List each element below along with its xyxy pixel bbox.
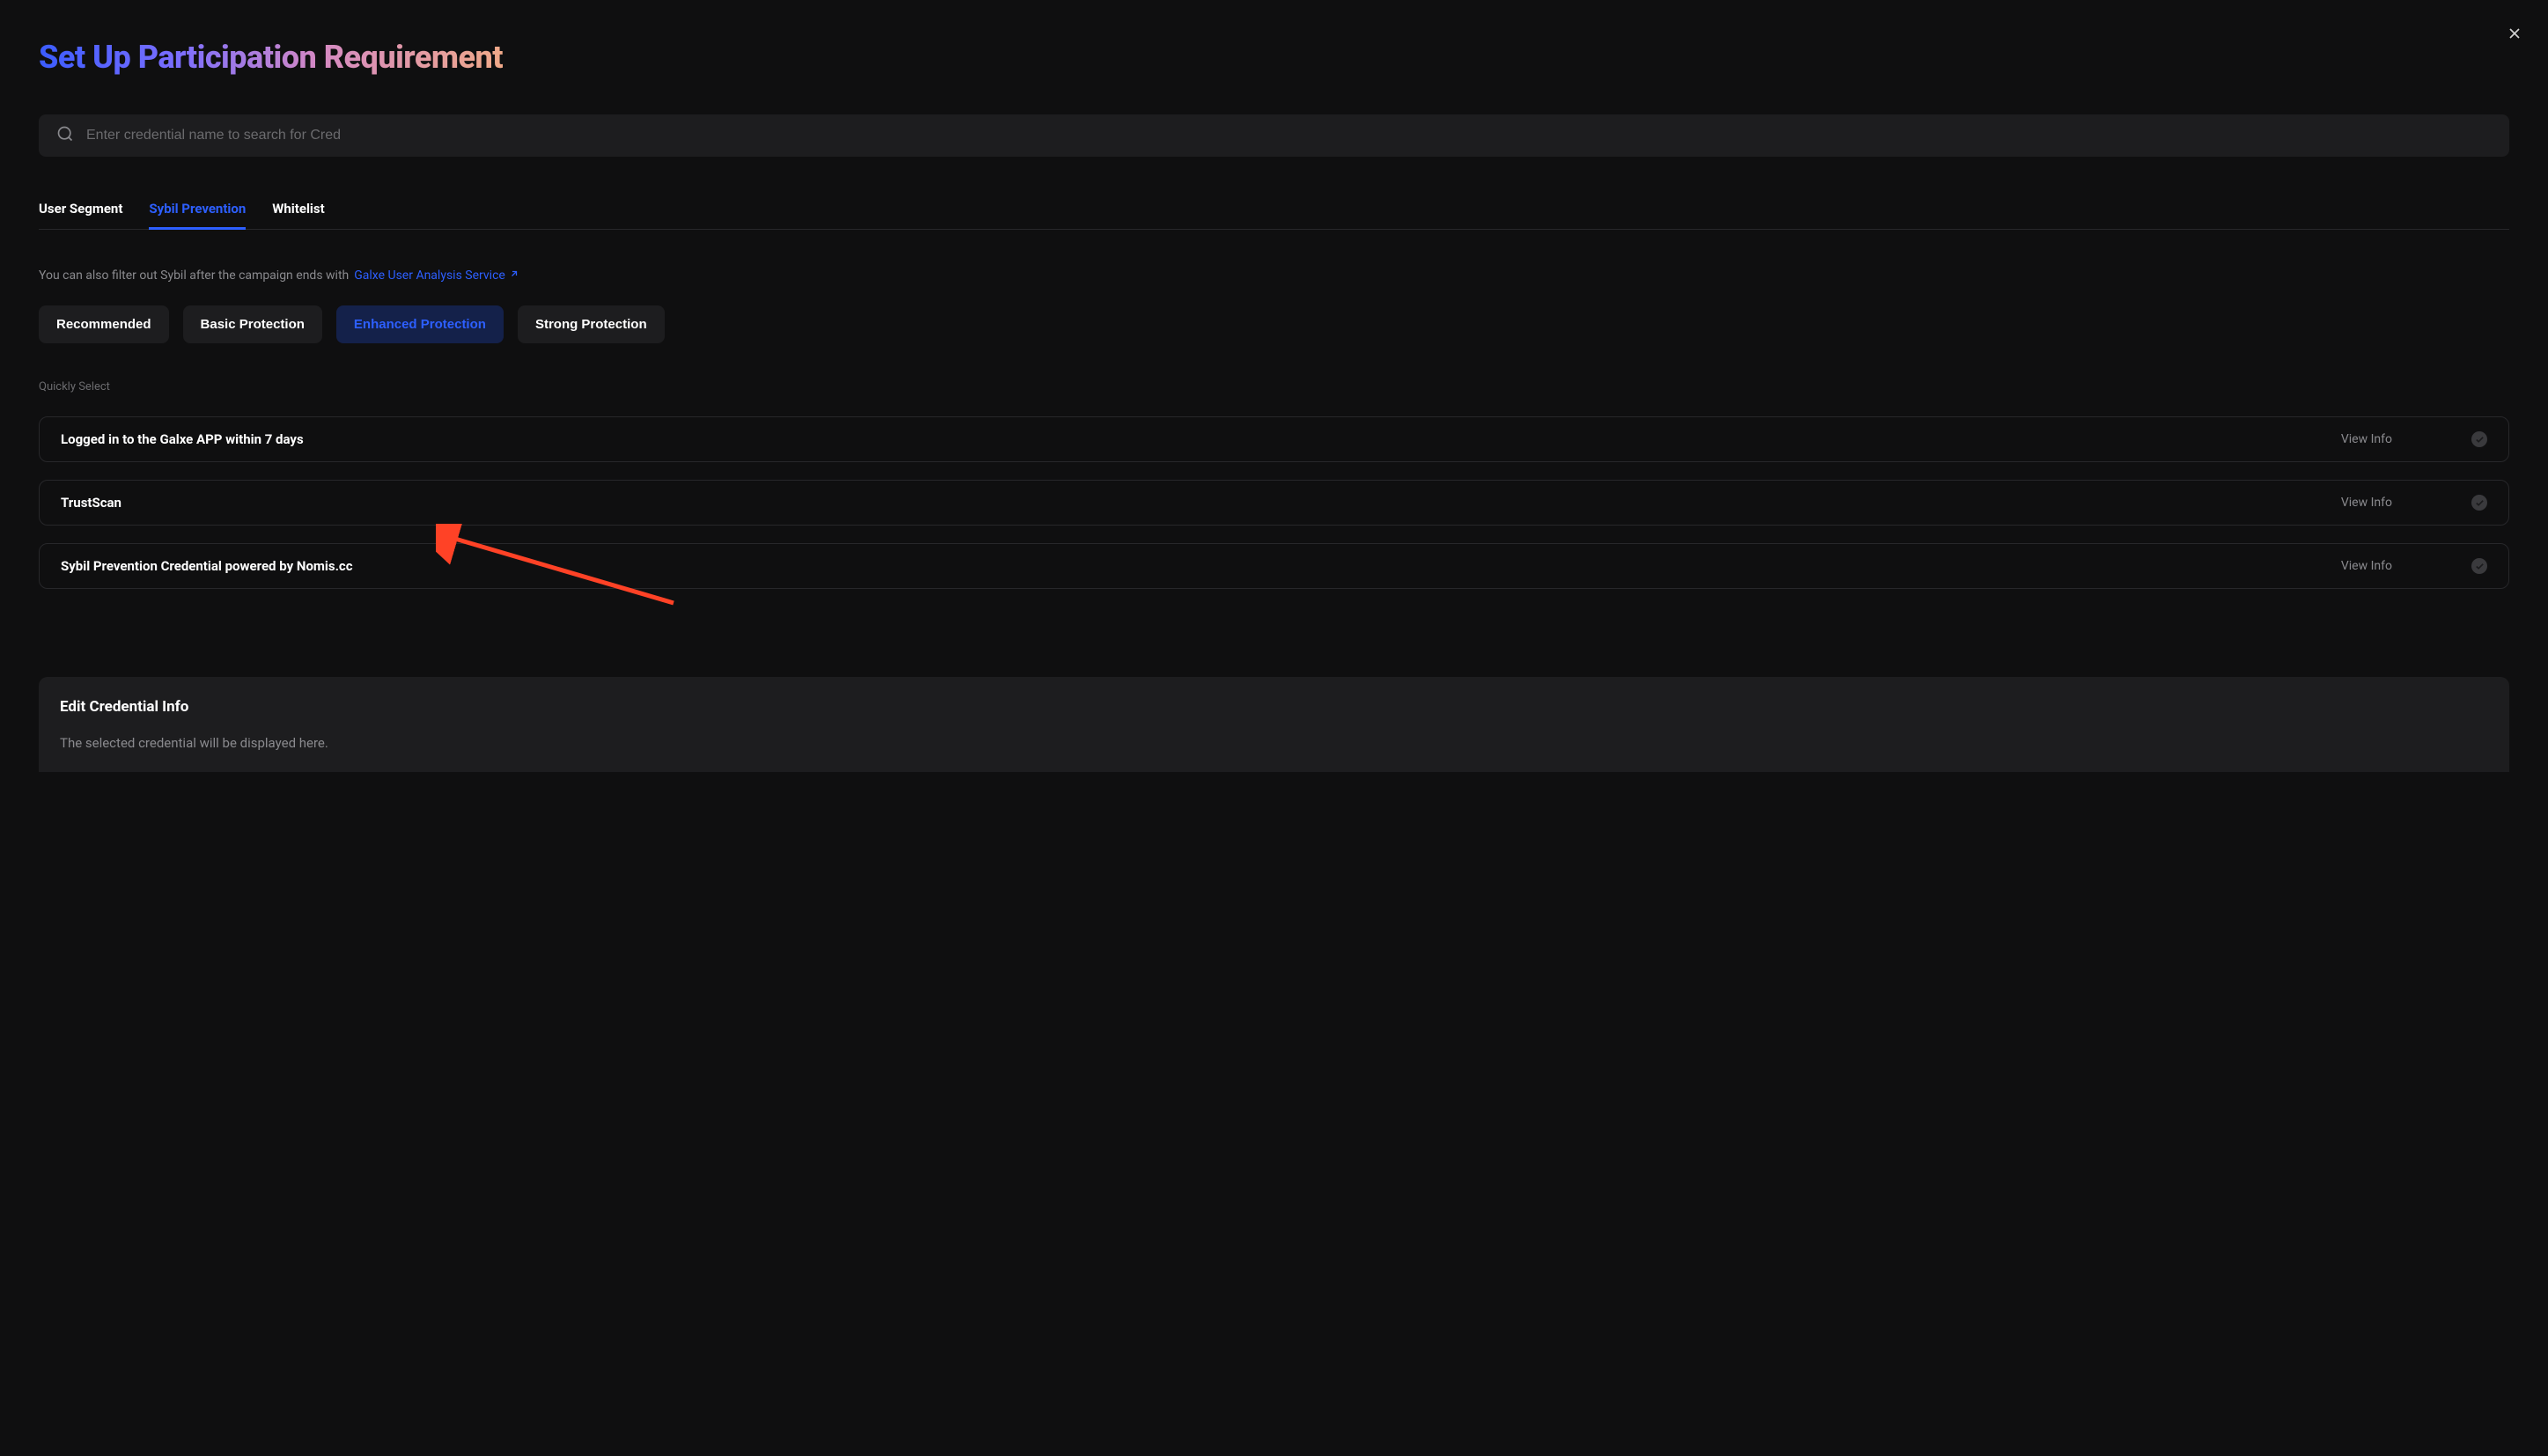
credential-name: Sybil Prevention Credential powered by N…	[61, 558, 353, 574]
edit-title: Edit Credential Info	[60, 698, 2488, 716]
page-title: Set Up Participation Requirement	[39, 39, 503, 76]
tab-whitelist[interactable]: Whitelist	[272, 201, 324, 229]
edit-description: The selected credential will be displaye…	[60, 735, 2488, 751]
credential-name: Logged in to the Galxe APP within 7 days	[61, 431, 304, 447]
credential-right: View Info	[2341, 431, 2487, 447]
credential-item[interactable]: Logged in to the Galxe APP within 7 days…	[39, 416, 2509, 462]
credential-name: TrustScan	[61, 495, 122, 511]
search-wrapper	[39, 114, 2509, 157]
info-link-label: Galxe User Analysis Service	[354, 268, 505, 283]
external-link-icon	[509, 268, 519, 283]
close-button[interactable]	[2502, 21, 2527, 49]
credential-right: View Info	[2341, 495, 2487, 511]
close-icon	[2506, 29, 2523, 46]
info-message: You can also filter out Sybil after the …	[39, 268, 349, 283]
edit-credential-section: Edit Credential Info The selected creden…	[39, 677, 2509, 772]
protection-buttons: Recommended Basic Protection Enhanced Pr…	[39, 305, 2509, 343]
credential-right: View Info	[2341, 558, 2487, 574]
protection-enhanced[interactable]: Enhanced Protection	[336, 305, 504, 343]
credential-list: Logged in to the Galxe APP within 7 days…	[39, 416, 2509, 589]
credential-item[interactable]: TrustScan View Info	[39, 480, 2509, 526]
check-icon[interactable]	[2471, 495, 2487, 511]
info-link[interactable]: Galxe User Analysis Service	[354, 268, 519, 283]
credential-item[interactable]: Sybil Prevention Credential powered by N…	[39, 543, 2509, 589]
search-input[interactable]	[86, 128, 2492, 143]
info-text: You can also filter out Sybil after the …	[39, 268, 2509, 283]
protection-recommended[interactable]: Recommended	[39, 305, 169, 343]
quickly-select-label: Quickly Select	[39, 380, 2509, 393]
view-info-link[interactable]: View Info	[2341, 559, 2392, 573]
protection-basic[interactable]: Basic Protection	[183, 305, 322, 343]
view-info-link[interactable]: View Info	[2341, 432, 2392, 446]
tabs-container: User Segment Sybil Prevention Whitelist	[39, 201, 2509, 230]
view-info-link[interactable]: View Info	[2341, 496, 2392, 510]
search-icon	[56, 125, 74, 146]
check-icon[interactable]	[2471, 558, 2487, 574]
check-icon[interactable]	[2471, 431, 2487, 447]
tab-user-segment[interactable]: User Segment	[39, 201, 122, 229]
tab-sybil-prevention[interactable]: Sybil Prevention	[149, 201, 246, 229]
protection-strong[interactable]: Strong Protection	[518, 305, 665, 343]
